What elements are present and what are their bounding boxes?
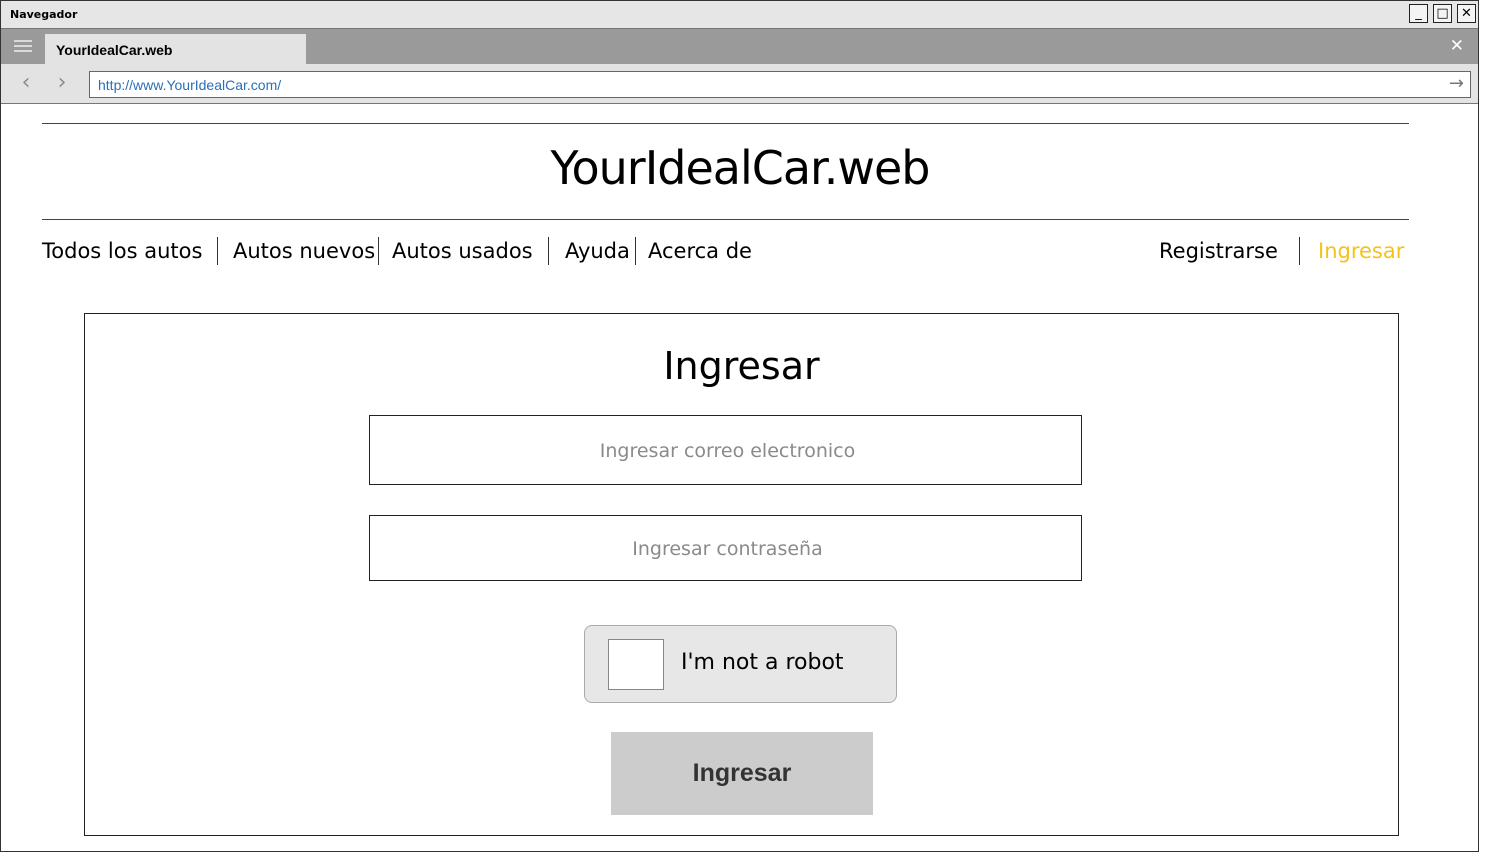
captcha-widget: I'm not a robot [584, 625, 897, 703]
nav-separator [378, 237, 379, 265]
captcha-checkbox[interactable] [608, 639, 664, 690]
header-divider-bottom [42, 219, 1409, 220]
login-card: Ingresar I'm not a robot Ingresar [84, 313, 1399, 836]
tab-label: YourIdealCar.web [56, 42, 173, 58]
back-icon[interactable]: ‹ [16, 72, 36, 94]
nav-autos-nuevos[interactable]: Autos nuevos [233, 239, 375, 263]
url-field[interactable]: → [89, 71, 1471, 98]
tab-bar: YourIdealCar.web ✕ [1, 29, 1478, 64]
url-input[interactable] [90, 72, 1430, 97]
minimize-button[interactable]: _ [1409, 4, 1428, 23]
nav-ayuda[interactable]: Ayuda [565, 239, 630, 263]
site-title: YourIdealCar.web [550, 141, 931, 195]
nav-registrarse[interactable]: Registrarse [1159, 239, 1278, 263]
nav-separator [548, 237, 549, 265]
captcha-label: I'm not a robot [681, 650, 844, 675]
nav-todos-los-autos[interactable]: Todos los autos [42, 239, 202, 263]
nav-autos-usados[interactable]: Autos usados [392, 239, 533, 263]
nav-acerca-de[interactable]: Acerca de [648, 239, 752, 263]
browser-window: Navegador _ □ ✕ YourIdealCar.web ✕ ‹ › →… [0, 0, 1479, 852]
title-bar: Navegador _ □ ✕ [1, 1, 1478, 29]
go-arrow-icon[interactable]: → [1449, 74, 1464, 94]
tab-active[interactable]: YourIdealCar.web [45, 34, 306, 64]
nav-separator [635, 237, 636, 265]
nav-separator [1299, 237, 1300, 265]
password-field[interactable] [369, 515, 1085, 582]
login-title: Ingresar [663, 344, 820, 388]
address-bar: ‹ › → [1, 64, 1478, 104]
email-field[interactable] [369, 415, 1085, 486]
maximize-button[interactable]: □ [1433, 4, 1452, 23]
nav-separator [217, 237, 218, 265]
password-input[interactable] [370, 516, 1085, 582]
email-input[interactable] [370, 416, 1085, 486]
close-window-button[interactable]: ✕ [1457, 4, 1476, 23]
close-tab-icon[interactable]: ✕ [1450, 38, 1464, 55]
header-divider-top [42, 123, 1409, 124]
nav-ingresar[interactable]: Ingresar [1318, 239, 1404, 263]
menu-icon[interactable] [14, 40, 32, 53]
window-title: Navegador [10, 8, 78, 21]
forward-icon[interactable]: › [52, 72, 72, 94]
login-submit-button[interactable]: Ingresar [611, 732, 873, 815]
